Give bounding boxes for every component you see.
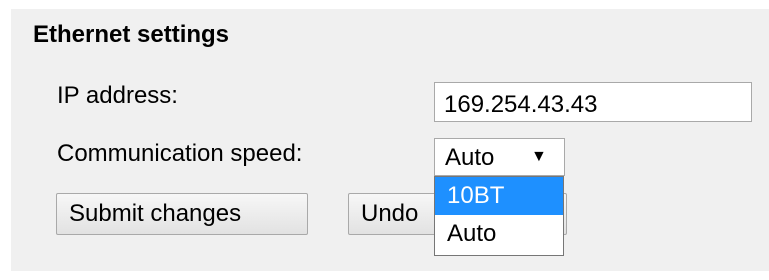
section-title: Ethernet settings: [33, 21, 230, 48]
communication-speed-value: Auto: [445, 144, 495, 171]
triangle-down-icon: ▼: [531, 148, 547, 165]
communication-speed-select[interactable]: Auto ▼: [434, 138, 565, 176]
communication-speed-label: Communication speed:: [57, 140, 303, 167]
option-10bt[interactable]: 10BT: [435, 177, 563, 215]
communication-speed-dropdown-list: 10BT Auto: [434, 176, 564, 256]
ip-address-input[interactable]: [434, 82, 752, 122]
submit-changes-button[interactable]: Submit changes: [56, 193, 308, 235]
ip-address-label: IP address:: [57, 82, 178, 109]
option-auto[interactable]: Auto: [435, 215, 563, 253]
